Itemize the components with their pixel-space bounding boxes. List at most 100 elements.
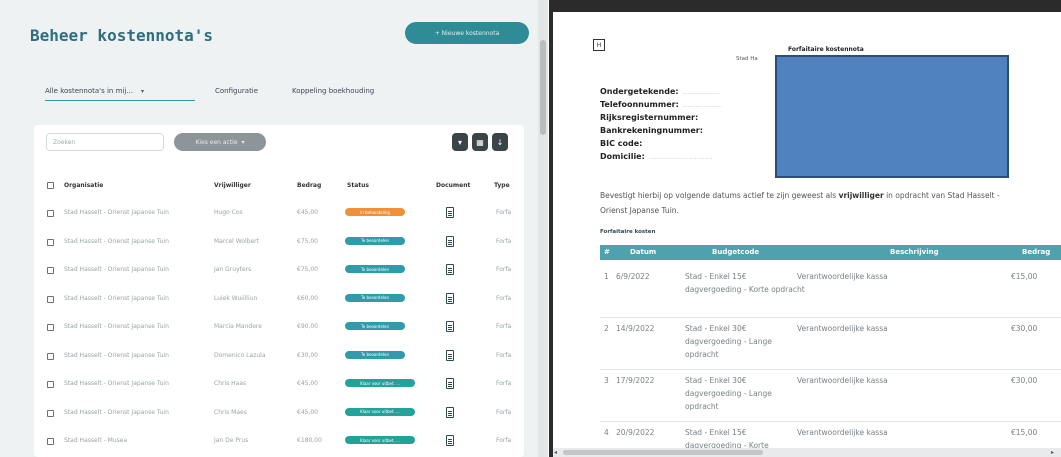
row-organisation: Stad Hasselt - Orienst Japanse Tuin (64, 294, 169, 302)
new-expense-note-button[interactable]: + Nieuwe kostennota (405, 22, 529, 44)
document-icon[interactable] (446, 235, 454, 247)
filter-icon[interactable]: ▾ (452, 133, 468, 151)
cell-amount: €30,00 (1011, 324, 1038, 333)
column-header-organisatie[interactable]: Organisatie (64, 182, 103, 189)
cell-date: 20/9/2022 (616, 428, 655, 437)
field-label: Bankrekeningnummer: (600, 126, 703, 135)
table-header: # Datum Budgetcode Beschrijving Bedrag (600, 245, 1061, 260)
document-icon[interactable] (446, 207, 454, 218)
row-checkbox[interactable] (47, 324, 54, 331)
row-checkbox[interactable] (47, 438, 54, 445)
row-amount: €180,00 (297, 437, 322, 444)
select-all-checkbox[interactable] (47, 182, 54, 189)
document-icon[interactable] (446, 264, 454, 275)
row-divider (600, 369, 1061, 370)
row-type: Forfa (496, 294, 512, 302)
row-volunteer: Jan De Prus (214, 437, 249, 444)
tab-koppeling-boekhouding[interactable]: Koppeling boekhouding (292, 82, 374, 100)
row-divider (600, 317, 1061, 318)
bulk-action-label: Kies een actie (195, 138, 238, 146)
row-checkbox[interactable] (47, 210, 54, 217)
row-checkbox[interactable] (47, 295, 54, 303)
expense-list-panel: Beheer kostennota's + Nieuwe kostennota … (0, 0, 540, 457)
header-bedrag: Bedrag (1022, 248, 1051, 256)
bottom-scrollbar[interactable]: ◂ ▸ (553, 448, 1061, 457)
field-bankrekeningnummer: Bankrekeningnummer: (600, 126, 707, 135)
scroll-right-arrow[interactable]: ▸ (1051, 448, 1054, 457)
field-label: Telefoonnummer: (600, 100, 679, 109)
field-rijksregisternummer: Rijksregisternummer: (600, 113, 702, 122)
cell-budgetcode: Stad - Enkel 15€ dagvergoeding - Korte o… (685, 272, 805, 294)
bottom-scrollbar-thumb[interactable] (563, 450, 763, 455)
city-logo: H (593, 39, 605, 51)
field-domicilie: Domicilie:..............................… (600, 152, 712, 161)
header-datum: Datum (630, 248, 657, 256)
row-volunteer: Domenico Lazula (214, 351, 266, 359)
bulk-action-button[interactable]: Kies een actie ▾ (174, 133, 266, 151)
row-type: Forfa (496, 408, 512, 416)
status-badge: Te beoordelen (345, 236, 405, 245)
row-amount: €45,00 (297, 380, 318, 387)
row-volunteer: Chris Maes (214, 408, 247, 416)
document-subtitle: Stad Ha (736, 56, 758, 62)
statement-text: Bevestigt hierbij op volgende datums act… (600, 191, 837, 200)
document-icon[interactable] (446, 435, 454, 446)
chevron-down-icon: ▾ (140, 87, 144, 95)
row-amount: €60,00 (297, 294, 318, 302)
row-organisation: Stad Hasselt - Orienst Japanse Tuin (64, 408, 169, 416)
row-type: Forfa (496, 380, 512, 387)
document-icon[interactable] (446, 292, 454, 304)
column-header-document[interactable]: Document (436, 182, 470, 189)
column-header-type[interactable]: Type (494, 182, 510, 189)
status-badge: In behandeling (345, 208, 405, 216)
row-checkbox[interactable] (47, 381, 54, 388)
columns-icon[interactable]: ▦ (472, 133, 488, 151)
redaction-box (775, 55, 1009, 178)
row-type: Forfa (496, 351, 512, 359)
status-badge: Te beoordelen (345, 322, 405, 330)
row-volunteer: Marcel Wolbert (214, 237, 259, 245)
row-amount: €45,00 (297, 408, 318, 416)
left-scrollbar-thumb[interactable] (540, 40, 546, 135)
column-header-status[interactable]: Status (347, 182, 369, 189)
row-amount: €30,00 (297, 351, 318, 359)
document-icon[interactable] (446, 378, 454, 389)
header-nr: # (604, 248, 610, 256)
document-icon[interactable] (446, 349, 454, 361)
document-preview: H Forfaitaire kostennota Stad Ha Onderge… (553, 12, 1061, 448)
tab-configuratie[interactable]: Configuratie (215, 82, 258, 100)
row-volunteer: Luiek Wuiilliun (214, 294, 258, 302)
row-checkbox[interactable] (47, 409, 54, 417)
document-icon[interactable] (446, 321, 454, 332)
expense-filter-dropdown[interactable]: Alle kostennota's in mij... ▾ (45, 82, 195, 101)
status-badge: Te beoordelen (345, 350, 405, 359)
column-header-vrijwilliger[interactable]: Vrijwilliger (214, 182, 251, 189)
cell-description: Verantwoordelijke kassa (797, 428, 888, 437)
row-checkbox[interactable] (47, 238, 54, 246)
field-bic-code: BIC code: (600, 139, 646, 148)
preview-top-bar (549, 0, 1061, 12)
row-organisation: Stad Hasselt - Orienst Japanse Tuin (64, 237, 169, 245)
chevron-down-icon: ▾ (241, 138, 245, 146)
document-title: Forfaitaire kostennota (788, 46, 864, 53)
cell-description: Verantwoordelijke kassa (797, 272, 888, 281)
download-icon[interactable]: ↓ (492, 133, 508, 151)
field-value: ........................ (682, 90, 721, 96)
row-checkbox[interactable] (47, 267, 54, 274)
row-checkbox[interactable] (47, 352, 54, 360)
cell-description: Verantwoordelijke kassa (797, 324, 888, 333)
row-amount: €90,00 (297, 323, 318, 330)
cell-nr: 2 (604, 324, 609, 333)
cell-amount: €15,00 (1011, 428, 1038, 437)
header-budgetcode: Budgetcode (712, 248, 760, 256)
row-organisation: Stad Hasselt - Orienst Japanse Tuin (64, 380, 169, 387)
field-label: BIC code: (600, 139, 643, 148)
row-type: Forfa (496, 266, 512, 273)
column-header-bedrag[interactable]: Bedrag (297, 182, 321, 189)
cell-amount: €30,00 (1011, 376, 1038, 385)
row-amount: €45,00 (297, 209, 318, 216)
document-icon[interactable] (446, 406, 454, 418)
search-input[interactable]: Zoeken (46, 133, 164, 151)
scroll-left-arrow[interactable]: ◂ (554, 448, 557, 457)
field-telefoonnummer: Telefoonnummer:........................ (600, 100, 721, 109)
